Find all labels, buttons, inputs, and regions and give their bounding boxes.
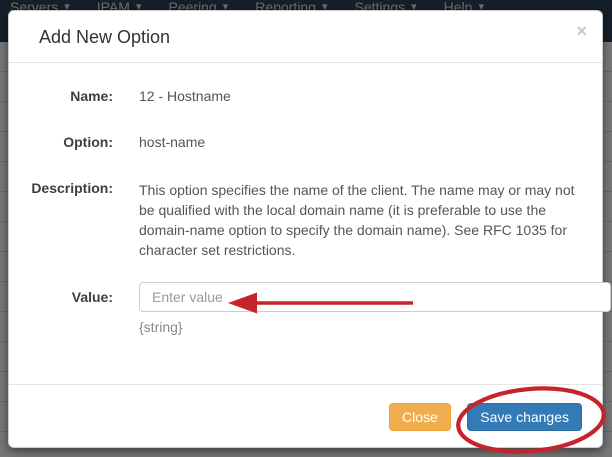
modal-footer: Close Save changes bbox=[9, 384, 602, 447]
screen: Servers ▾ IPAM ▾ Peering ▾ Reporting ▾ S… bbox=[0, 0, 612, 457]
option-row: Option: host-name bbox=[29, 134, 582, 150]
close-icon[interactable]: × bbox=[576, 22, 587, 40]
option-label: Option: bbox=[29, 134, 113, 150]
value-row: Value: {string} bbox=[29, 282, 582, 335]
value-label: Value: bbox=[29, 282, 113, 335]
value-input[interactable] bbox=[139, 282, 611, 312]
close-button[interactable]: Close bbox=[389, 403, 451, 431]
option-value: host-name bbox=[139, 134, 205, 150]
name-value: 12 - Hostname bbox=[139, 88, 231, 104]
name-label: Name: bbox=[29, 88, 113, 104]
modal-body: Name: 12 - Hostname Option: host-name De… bbox=[9, 63, 602, 335]
name-row: Name: 12 - Hostname bbox=[29, 88, 582, 104]
modal-header: Add New Option × bbox=[9, 11, 602, 63]
description-row: Description: This option specifies the n… bbox=[29, 180, 582, 260]
save-changes-button[interactable]: Save changes bbox=[467, 403, 582, 431]
modal-title: Add New Option bbox=[39, 27, 170, 48]
description-label: Description: bbox=[29, 180, 113, 260]
description-value: This option specifies the name of the cl… bbox=[139, 180, 582, 260]
add-new-option-modal: Add New Option × Name: 12 - Hostname Opt… bbox=[8, 10, 603, 448]
value-type-hint: {string} bbox=[139, 319, 611, 335]
value-control: {string} bbox=[139, 282, 611, 335]
